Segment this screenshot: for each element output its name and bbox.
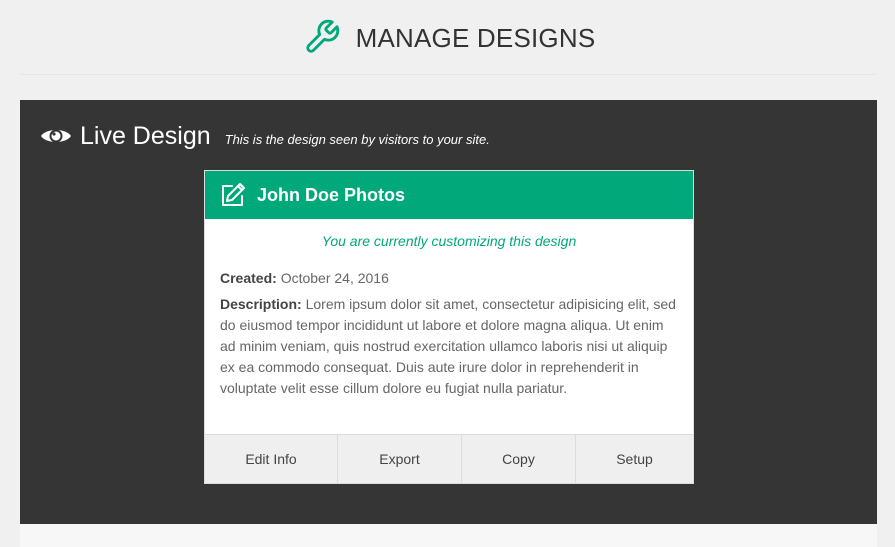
design-card-header: John Doe Photos	[205, 171, 693, 219]
design-name: John Doe Photos	[257, 184, 405, 205]
setup-button[interactable]: Setup	[576, 435, 693, 483]
design-actions: Edit Info Export Copy Setup	[205, 434, 693, 483]
customizing-status: You are currently customizing this desig…	[321, 233, 577, 249]
wrench-icon	[302, 17, 342, 57]
live-design-subtitle: This is the design seen by visitors to y…	[224, 131, 490, 147]
next-section-edge	[20, 524, 877, 547]
edit-info-button[interactable]: Edit Info	[205, 435, 338, 483]
created-label: Created:	[220, 270, 277, 286]
export-button[interactable]: Export	[338, 435, 462, 483]
description-label: Description:	[220, 296, 302, 312]
pencil-square-icon[interactable]	[219, 181, 247, 209]
page-title: MANAGE DESIGNS	[355, 22, 596, 53]
live-design-section: Live Design This is the design seen by v…	[20, 100, 877, 524]
copy-button[interactable]: Copy	[462, 435, 576, 483]
page-header: MANAGE DESIGNS	[20, 0, 877, 75]
created-row: Created: October 24, 2016	[220, 268, 678, 289]
eye-icon	[40, 124, 72, 148]
live-design-heading: Live Design This is the design seen by v…	[40, 120, 490, 152]
design-card: John Doe Photos You are currently custom…	[204, 170, 694, 484]
description-row: Description: Lorem ipsum dolor sit amet,…	[220, 294, 678, 399]
created-value: October 24, 2016	[280, 270, 389, 286]
live-design-title: Live Design	[80, 121, 211, 150]
